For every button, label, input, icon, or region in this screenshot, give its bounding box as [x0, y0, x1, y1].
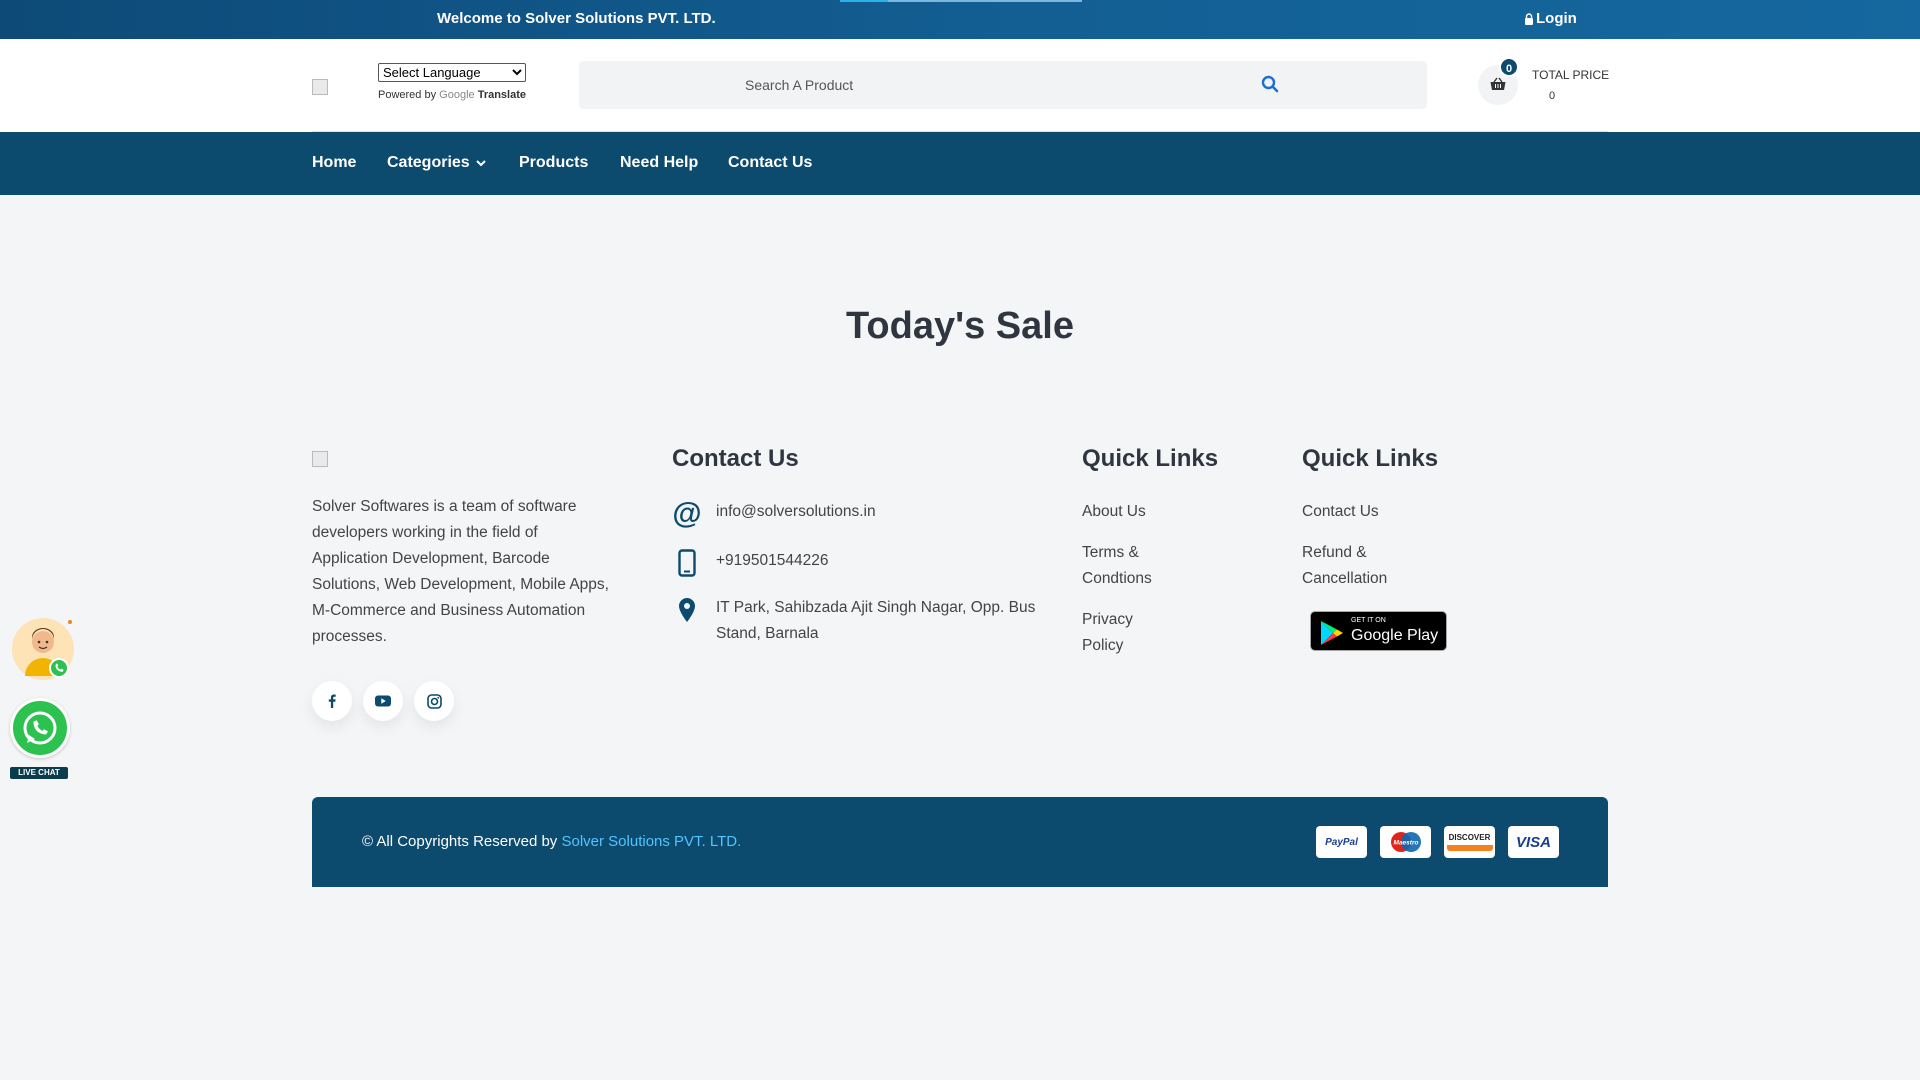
- search-icon: [1261, 75, 1279, 92]
- support-agent-button[interactable]: [12, 618, 74, 680]
- translate-link[interactable]: Translate: [478, 89, 526, 101]
- lock-icon: [1525, 12, 1533, 25]
- contact-phone: +919501544226: [672, 548, 829, 578]
- link-contact-us[interactable]: Contact Us: [1302, 499, 1379, 525]
- live-chat-label: LIVE CHAT: [10, 767, 68, 779]
- search-input[interactable]: [579, 61, 1359, 109]
- basket-icon: [1490, 77, 1506, 90]
- youtube-button[interactable]: [363, 681, 403, 721]
- maestro-label: Maestro: [1393, 840, 1418, 847]
- location-pin-icon: [672, 595, 702, 625]
- address-text: IT Park, Sahibzada Ajit Singh Nagar, Opp…: [716, 599, 1036, 642]
- google-play-icon: [1321, 621, 1343, 645]
- google-play-text: Google Play: [1351, 627, 1439, 644]
- footer-logo[interactable]: [312, 451, 328, 467]
- login-link[interactable]: Login: [1524, 10, 1577, 27]
- footer-contact-heading: Contact Us: [672, 445, 799, 472]
- about-text: Solver Softwares is a team of software d…: [312, 498, 609, 645]
- nav-need-help[interactable]: Need Help: [620, 154, 698, 172]
- nav-home[interactable]: Home: [312, 154, 356, 172]
- search-button[interactable]: [1259, 74, 1281, 96]
- nav-categories[interactable]: Categories: [387, 154, 486, 172]
- nav-products[interactable]: Products: [519, 154, 588, 172]
- site-logo[interactable]: [312, 79, 328, 95]
- instagram-button[interactable]: [414, 681, 454, 721]
- paypal-icon: PayPal: [1316, 826, 1367, 858]
- phone-text[interactable]: +919501544226: [716, 548, 829, 574]
- visa-icon: VISA: [1508, 826, 1559, 858]
- language-widget: Select Language Powered by Google Transl…: [378, 63, 526, 101]
- powered-by-google: Powered by Google Translate: [378, 89, 526, 101]
- google-play-badge[interactable]: GET IT ON Google Play: [1310, 611, 1447, 651]
- copyright-text: © All Copyrights Reserved by Solver Solu…: [362, 833, 741, 850]
- mobile-phone-icon: [672, 548, 702, 578]
- instagram-icon: [426, 693, 442, 709]
- footer-quick-links-heading-2: Quick Links: [1302, 445, 1439, 472]
- top-bar: Welcome to Solver Solutions PVT. LTD. Lo…: [0, 0, 1920, 39]
- maestro-icon: Maestro: [1380, 826, 1431, 858]
- facebook-icon: [328, 694, 336, 708]
- login-label: Login: [1536, 10, 1577, 27]
- link-about-us[interactable]: About Us: [1082, 499, 1146, 525]
- copyright-prefix: © All Copyrights Reserved by: [362, 833, 558, 850]
- welcome-text: Welcome to Solver Solutions PVT. LTD.: [437, 10, 716, 27]
- top-accent-line-highlight: [840, 0, 888, 2]
- google-play-small-text: GET IT ON: [1351, 617, 1386, 624]
- link-refund-cancellation[interactable]: Refund & Cancellation: [1302, 540, 1412, 592]
- powered-by-text: Powered by: [378, 89, 437, 101]
- whatsapp-button[interactable]: [10, 698, 70, 758]
- whatsapp-icon: [23, 711, 57, 745]
- at-sign-icon: @: [672, 497, 702, 530]
- discover-label: DISCOVER: [1448, 833, 1491, 842]
- footer-quick-links-heading-1: Quick Links: [1082, 445, 1219, 472]
- email-text[interactable]: info@solversolutions.in: [716, 499, 876, 525]
- nav-categories-label: Categories: [387, 154, 470, 171]
- total-price-value: 0: [1549, 90, 1556, 102]
- total-price: TOTAL PRICE 0: [1532, 68, 1609, 102]
- cart-count-badge: 0: [1499, 57, 1519, 77]
- header: Select Language Powered by Google Transl…: [0, 39, 1920, 132]
- link-terms[interactable]: Terms & Condtions: [1082, 540, 1172, 592]
- discover-icon: DISCOVER: [1444, 826, 1495, 858]
- link-privacy-policy[interactable]: Privacy Policy: [1082, 607, 1152, 659]
- total-price-label: TOTAL PRICE: [1532, 68, 1610, 82]
- nav-contact-us[interactable]: Contact Us: [728, 154, 812, 172]
- facebook-button[interactable]: [312, 681, 352, 721]
- search-bar: [579, 61, 1427, 109]
- youtube-icon: [375, 695, 391, 707]
- discover-stripe: [1446, 845, 1493, 851]
- google-wordmark: Google: [439, 89, 475, 101]
- chevron-down-icon: [475, 159, 486, 166]
- copyright-brand-link[interactable]: Solver Solutions PVT. LTD.: [561, 833, 741, 850]
- language-select[interactable]: Select Language: [378, 63, 526, 82]
- copyright-bar: © All Copyrights Reserved by Solver Solu…: [312, 797, 1608, 887]
- contact-address: IT Park, Sahibzada Ajit Singh Nagar, Opp…: [672, 595, 1052, 647]
- main-nav: Home Categories Products Need Help Conta…: [0, 132, 1920, 195]
- support-agent-icon: [25, 620, 72, 678]
- todays-sale-heading: Today's Sale: [846, 305, 1074, 347]
- cart-button[interactable]: 0: [1478, 57, 1519, 105]
- contact-email: @ info@solversolutions.in: [672, 497, 876, 530]
